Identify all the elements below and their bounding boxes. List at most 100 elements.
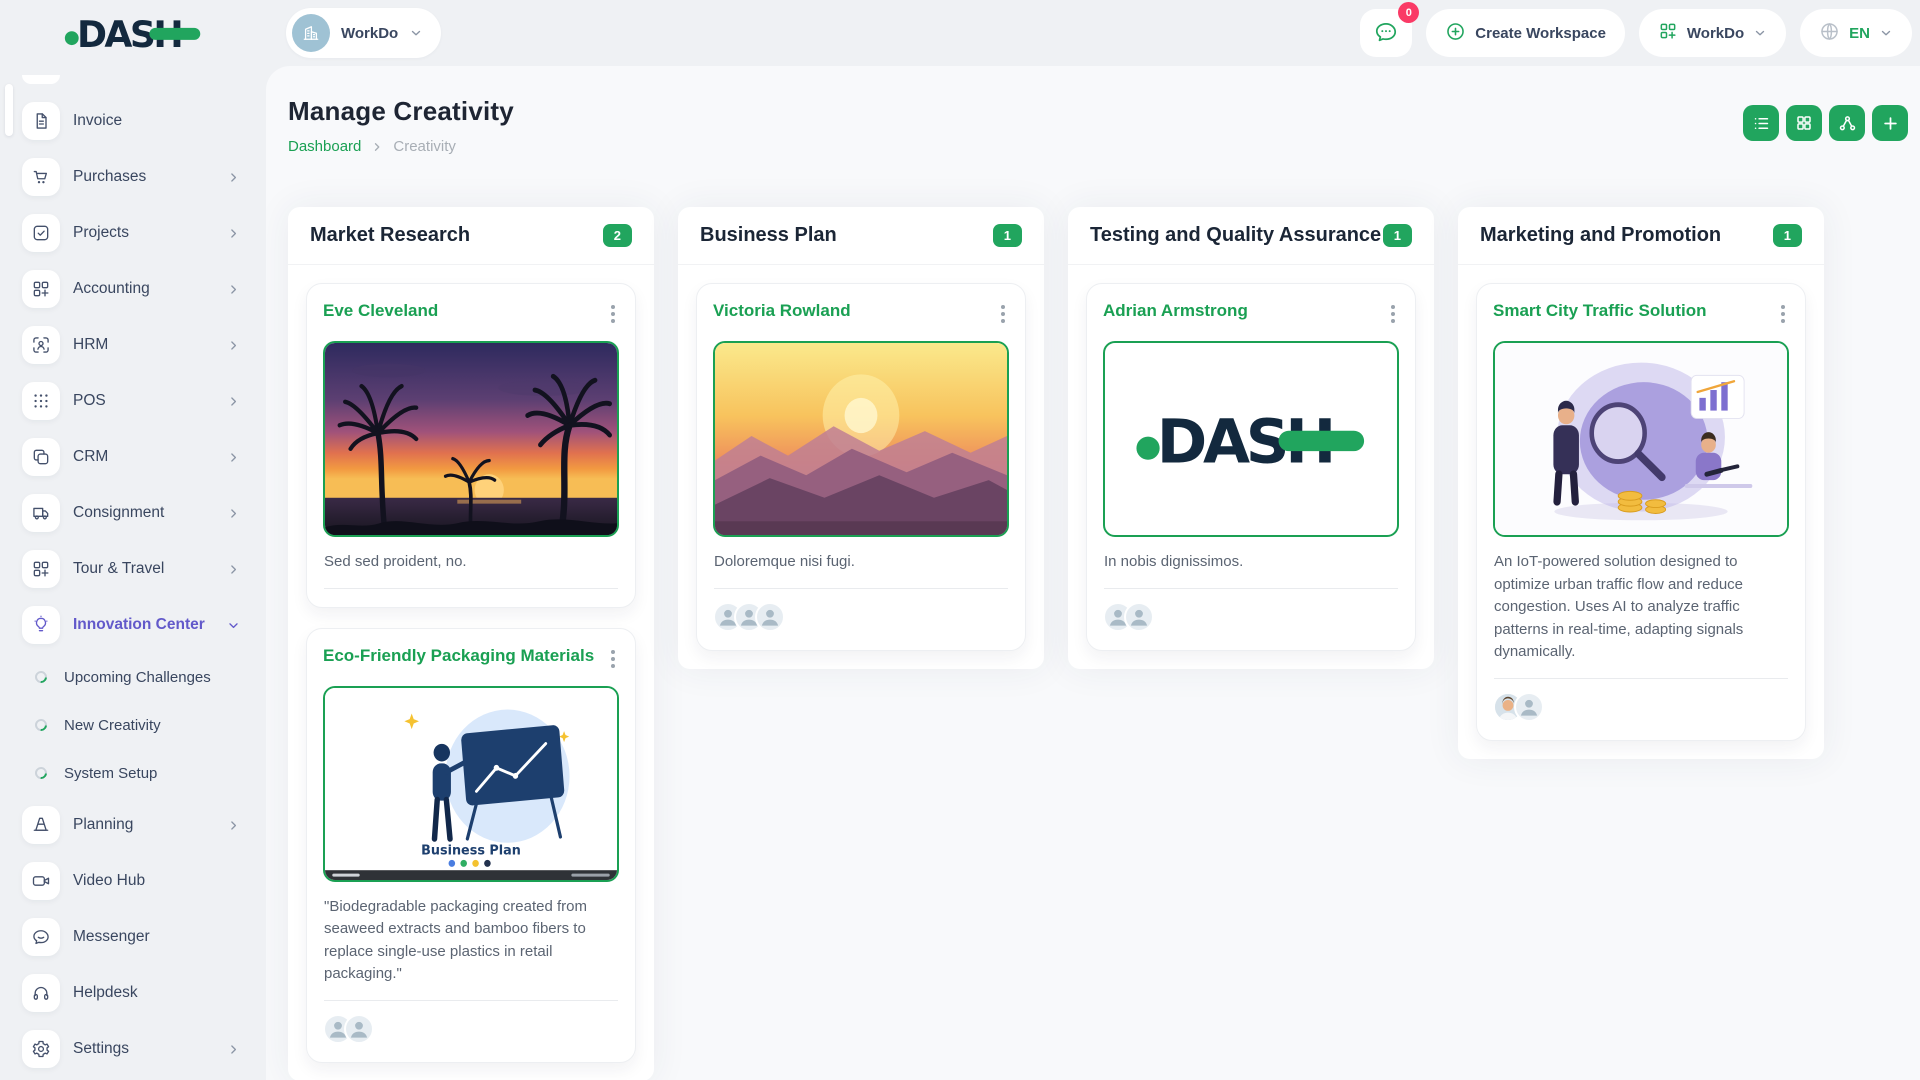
column-title: Market Research bbox=[310, 224, 470, 247]
illustration-caption: Business Plan bbox=[421, 843, 521, 859]
kanban-card-smart-city-traffic[interactable]: Smart City Traffic Solution bbox=[1476, 283, 1806, 741]
card-title-link[interactable]: Smart City Traffic Solution bbox=[1493, 300, 1706, 322]
sidebar-item-purchases[interactable]: Purchases bbox=[22, 149, 266, 205]
traffic-cone-icon bbox=[22, 806, 60, 844]
card-avatars bbox=[1103, 602, 1399, 632]
kanban-card-victoria-rowland[interactable]: Victoria Rowland bbox=[696, 283, 1026, 651]
sidebar-item-tour-travel[interactable]: Tour & Travel bbox=[22, 541, 266, 597]
card-description: Sed sed proident, no. bbox=[324, 551, 618, 589]
column-title: Business Plan bbox=[700, 224, 837, 247]
add-button[interactable] bbox=[1872, 105, 1908, 141]
sidebar-item-pos[interactable]: POS bbox=[22, 373, 266, 429]
list-view-button[interactable] bbox=[1743, 105, 1779, 141]
sidebar-item-video-hub[interactable]: Video Hub bbox=[22, 853, 266, 909]
headset-icon bbox=[22, 974, 60, 1012]
message-icon bbox=[1373, 19, 1399, 48]
sidebar-item-clipped bbox=[22, 75, 60, 84]
messages-button[interactable]: 0 bbox=[1360, 9, 1412, 57]
avatar-placeholder bbox=[1124, 602, 1154, 632]
globe-icon bbox=[1819, 21, 1840, 46]
sidebar-item-consignment[interactable]: Consignment bbox=[22, 485, 266, 541]
grid-plus-icon bbox=[22, 550, 60, 588]
avatar-placeholder bbox=[1514, 692, 1544, 722]
topbar: DASH WorkDo bbox=[0, 0, 1920, 66]
chevron-right-icon bbox=[227, 819, 240, 832]
sidebar-item-helpdesk[interactable]: Helpdesk bbox=[22, 965, 266, 1021]
chevron-down-icon bbox=[1753, 26, 1767, 40]
card-menu-button[interactable] bbox=[1387, 300, 1399, 328]
chevron-right-icon bbox=[227, 507, 240, 520]
sidebar-item-crm[interactable]: CRM bbox=[22, 429, 266, 485]
breadcrumb-dashboard-link[interactable]: Dashboard bbox=[288, 138, 361, 155]
card-menu-button[interactable] bbox=[997, 300, 1009, 328]
grid-view-button[interactable] bbox=[1786, 105, 1822, 141]
notification-badge: 0 bbox=[1398, 2, 1419, 23]
avatar-placeholder bbox=[755, 602, 785, 632]
sidebar: Invoice Purchases Projects bbox=[0, 66, 266, 1080]
sidebar-item-messenger[interactable]: Messenger bbox=[22, 909, 266, 965]
card-image-business-plan-illustration: Business Plan bbox=[323, 686, 619, 882]
column-count-badge: 1 bbox=[993, 224, 1022, 247]
card-description: Doloremque nisi fugi. bbox=[714, 551, 1008, 589]
card-description: An IoT-powered solution designed to opti… bbox=[1494, 551, 1788, 679]
sidebar-subitem-new-creativity[interactable]: New Creativity bbox=[22, 701, 266, 749]
workspace-menu-label: WorkDo bbox=[1687, 25, 1744, 42]
card-title-link[interactable]: Eve Cleveland bbox=[323, 300, 438, 322]
card-menu-button[interactable] bbox=[1777, 300, 1789, 328]
card-image-smart-city-illustration bbox=[1493, 341, 1789, 537]
card-title-link[interactable]: Adrian Armstrong bbox=[1103, 300, 1248, 322]
kanban-card-adrian-armstrong[interactable]: Adrian Armstrong DASH In nobis dig bbox=[1086, 283, 1416, 651]
chevron-down-icon bbox=[409, 26, 423, 40]
chat-icon bbox=[22, 918, 60, 956]
kanban-column-marketing-promotion: Marketing and Promotion 1 Smart City Tra… bbox=[1458, 207, 1824, 759]
sidebar-item-innovation-center[interactable]: Innovation Center bbox=[22, 597, 266, 653]
card-title-link[interactable]: Victoria Rowland bbox=[713, 300, 851, 322]
cart-icon bbox=[22, 158, 60, 196]
kanban-card-eve-cleveland[interactable]: Eve Cleveland bbox=[306, 283, 636, 608]
chevron-right-icon bbox=[227, 171, 240, 184]
workspace-menu-button[interactable]: WorkDo bbox=[1639, 9, 1786, 57]
column-count-badge: 1 bbox=[1383, 224, 1412, 247]
sidebar-item-planning[interactable]: Planning bbox=[22, 797, 266, 853]
card-avatars bbox=[713, 602, 1009, 632]
column-header: Business Plan 1 bbox=[678, 207, 1044, 265]
hierarchy-view-button[interactable] bbox=[1829, 105, 1865, 141]
card-image-palm-sunset bbox=[323, 341, 619, 537]
breadcrumb: Dashboard Creativity bbox=[288, 138, 514, 155]
sidebar-subitem-system-setup[interactable]: System Setup bbox=[22, 749, 266, 797]
kanban-card-eco-friendly-packaging[interactable]: Eco-Friendly Packaging Materials bbox=[306, 628, 636, 1063]
language-code: EN bbox=[1849, 25, 1870, 42]
dash-logo[interactable]: DASH bbox=[64, 13, 202, 53]
sidebar-item-settings[interactable]: Settings bbox=[22, 1021, 266, 1077]
kanban-column-market-research: Market Research 2 Eve Cleveland bbox=[288, 207, 654, 1080]
page-title: Manage Creativity bbox=[288, 96, 514, 127]
card-menu-button[interactable] bbox=[607, 645, 619, 673]
check-square-icon bbox=[22, 214, 60, 252]
video-camera-icon bbox=[22, 862, 60, 900]
chevron-down-icon bbox=[227, 619, 240, 632]
sidebar-subitem-upcoming-challenges[interactable]: Upcoming Challenges bbox=[22, 653, 266, 701]
sidebar-item-projects[interactable]: Projects bbox=[22, 205, 266, 261]
create-workspace-button[interactable]: Create Workspace bbox=[1426, 9, 1625, 57]
chevron-right-icon bbox=[227, 283, 240, 296]
column-title: Testing and Quality Assurance bbox=[1090, 224, 1381, 247]
card-menu-button[interactable] bbox=[607, 300, 619, 328]
card-title-link[interactable]: Eco-Friendly Packaging Materials bbox=[323, 645, 594, 667]
dash-logo-icon: DASH bbox=[1135, 406, 1367, 473]
page-header: Manage Creativity Dashboard Creativity bbox=[288, 96, 1908, 155]
main-content: Manage Creativity Dashboard Creativity bbox=[266, 66, 1920, 1080]
column-title: Marketing and Promotion bbox=[1480, 224, 1721, 247]
plus-circle-icon bbox=[1445, 21, 1466, 46]
chevron-right-icon bbox=[227, 451, 240, 464]
workspace-name: WorkDo bbox=[341, 25, 398, 42]
breadcrumb-current: Creativity bbox=[393, 138, 456, 155]
language-button[interactable]: EN bbox=[1800, 9, 1912, 57]
card-avatars bbox=[1493, 692, 1789, 722]
sidebar-item-hrm[interactable]: HRM bbox=[22, 317, 266, 373]
topbar-actions: 0 Create Workspace bbox=[1360, 9, 1912, 57]
workspace-switcher[interactable]: WorkDo bbox=[286, 8, 441, 58]
sidebar-item-accounting[interactable]: Accounting bbox=[22, 261, 266, 317]
sidebar-scrollbar[interactable] bbox=[5, 84, 13, 136]
card-image-mountain-sunset bbox=[713, 341, 1009, 537]
sidebar-item-invoice[interactable]: Invoice bbox=[22, 93, 266, 149]
